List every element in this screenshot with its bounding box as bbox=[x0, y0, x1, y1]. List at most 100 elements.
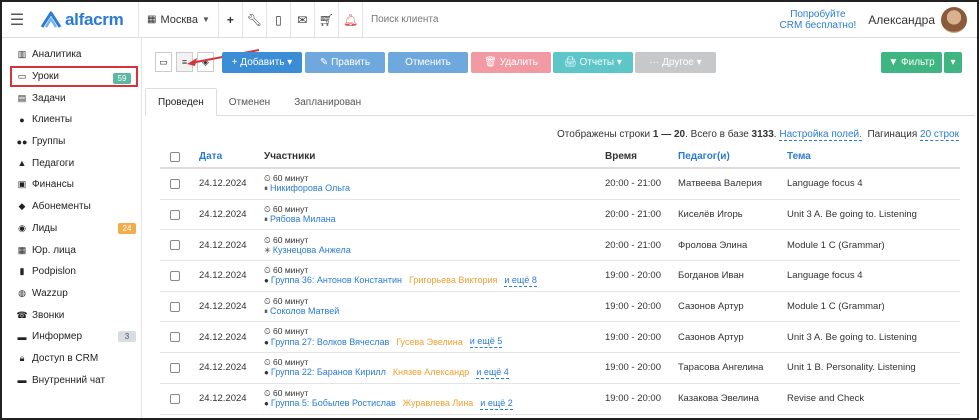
cell-time: 20:00 - 21:00 bbox=[605, 209, 661, 221]
header-topic[interactable]: Тема bbox=[787, 151, 957, 162]
add-button[interactable]: + Добавить ▾ bbox=[222, 52, 302, 73]
sidebar-item-label: Лиды bbox=[32, 222, 58, 234]
cell-topic: Unit 3 A. Be going to. Listening bbox=[787, 331, 917, 343]
tab-cancelled[interactable]: Отменен bbox=[217, 88, 282, 116]
select-all-checkbox[interactable] bbox=[170, 151, 180, 162]
sidebar-item-label: Аналитика bbox=[32, 49, 82, 61]
sidebar-item-label: Клиенты bbox=[32, 114, 73, 126]
funnel-icon: ◉ bbox=[18, 222, 26, 233]
row-checkbox[interactable] bbox=[170, 209, 180, 220]
clock-icon: ⏲ bbox=[264, 204, 271, 215]
participant-name[interactable]: Кузнецова Анжела bbox=[273, 245, 351, 256]
table-row[interactable]: 24.12.2024 ⏲ 60 минут ⏸ Рябова Милана 20:00 … bbox=[160, 200, 960, 231]
sidebar-item-podpislon[interactable]: ▮ Podpislon bbox=[2, 261, 141, 283]
sidebar-item-clients[interactable]: ● Клиенты bbox=[2, 109, 141, 131]
reports-button[interactable]: 🖨 Отчеты ▾ bbox=[553, 52, 633, 73]
cell-participants: ⏲ 60 минут ● Группа 27: Волков Вячеслав Гус… bbox=[264, 326, 605, 349]
more-participants-link[interactable]: и ещё 5 bbox=[469, 336, 503, 349]
header-teacher[interactable]: Педагог(и) bbox=[678, 151, 787, 162]
logo[interactable]: alfacrm bbox=[32, 2, 138, 38]
filter-dropdown-button[interactable]: ▾ bbox=[944, 52, 962, 73]
sidebar-item-finances[interactable]: ▣ Финансы bbox=[2, 174, 141, 196]
sidebar-item-leads[interactable]: ◉ Лиды 24 bbox=[2, 218, 141, 240]
user-name[interactable]: Александра bbox=[868, 13, 941, 27]
participant-name[interactable]: Григорьева Виктория bbox=[409, 275, 497, 286]
city-selector[interactable]: ▦ Москва ▼ bbox=[138, 2, 218, 38]
add-icon[interactable]: + bbox=[217, 2, 242, 38]
sidebar-item-internal-chat[interactable]: ▬ Внутренний чат bbox=[2, 369, 141, 391]
info-total: 3133 bbox=[751, 129, 774, 140]
row-checkbox[interactable] bbox=[170, 362, 180, 373]
bell-icon[interactable]: 🔔︎ bbox=[337, 2, 362, 38]
edit-button[interactable]: ✎ Править bbox=[305, 52, 385, 73]
row-checkbox[interactable] bbox=[170, 332, 180, 343]
table-row[interactable]: 24.12.2024 ⏲ 60 минут ● Группа 27: Волков В… bbox=[160, 322, 960, 354]
more-participants-link[interactable]: и ещё 2 bbox=[480, 398, 513, 410]
calendar-view-icon[interactable]: ▭ bbox=[155, 52, 172, 72]
cancel-lesson-button[interactable]: Отменить bbox=[388, 52, 468, 73]
row-checkbox[interactable] bbox=[170, 301, 180, 312]
cell-time: 19:00 - 20:00 bbox=[605, 331, 661, 343]
participant-name[interactable]: Князев Александр bbox=[393, 367, 469, 378]
pagination-link[interactable]: 20 строк bbox=[920, 129, 959, 141]
sidebar-item-groups[interactable]: ●● Группы bbox=[2, 131, 141, 153]
search-input[interactable]: Поиск клиента bbox=[361, 2, 768, 38]
mobile-icon[interactable]: ▯ bbox=[265, 2, 290, 38]
sidebar-item-teachers[interactable]: ▲ Педагоги bbox=[2, 152, 141, 174]
tab-planned[interactable]: Запланирован bbox=[282, 88, 373, 116]
participant-name[interactable]: Соколов Матвей bbox=[270, 306, 339, 317]
participant-name[interactable]: Группа 5: Бобылев Ростислав bbox=[271, 398, 396, 409]
try-free-link[interactable]: Попробуйте CRM бесплатно! bbox=[768, 9, 869, 31]
participant-name[interactable]: Журавлева Лина bbox=[403, 398, 474, 409]
cart-icon[interactable]: 🛒︎ bbox=[313, 2, 338, 38]
mail-icon[interactable]: ✉ bbox=[289, 2, 314, 38]
sidebar-item-lessons[interactable]: ▭ Уроки 59 bbox=[10, 65, 138, 88]
menu-icon[interactable]: ☰ bbox=[2, 2, 32, 38]
row-checkbox[interactable] bbox=[170, 178, 180, 189]
participant-name[interactable]: Гусева Эвелина bbox=[396, 337, 462, 348]
participant-name[interactable]: Группа 36: Антонов Константин bbox=[271, 275, 402, 286]
cell-teacher: Фролова Элина bbox=[678, 239, 748, 251]
sidebar-item-subscriptions[interactable]: ◆ Абонементы bbox=[2, 196, 141, 218]
table-row[interactable]: 24.12.2024 ⏲ 60 минут ● Группа 36: Антонов … bbox=[160, 261, 960, 292]
sidebar-item-informer[interactable]: ▬ Информер 3 bbox=[2, 326, 141, 348]
table-row[interactable]: 24.12.2024 ⏲ 60 минут ✳ Кузнецова Анжела 20:… bbox=[160, 230, 960, 262]
table-row[interactable]: 24.12.2024 ⏲ 60 минут ● Группа 22: Баранов … bbox=[160, 353, 960, 384]
delete-button[interactable]: 🗑 Удалить bbox=[471, 52, 551, 73]
avatar[interactable] bbox=[941, 6, 967, 33]
row-checkbox[interactable] bbox=[170, 240, 180, 251]
sidebar-item-legal-entities[interactable]: ▦ Юр. лица bbox=[2, 239, 141, 261]
more-participants-link[interactable]: и ещё 8 bbox=[504, 275, 537, 287]
table-row[interactable]: 24.12.2024 ⏲ 60 минут ● Группа 5: Бобылев Р… bbox=[160, 384, 960, 415]
chart-icon: ▥ bbox=[17, 49, 27, 60]
tab-held[interactable]: Проведен bbox=[145, 88, 217, 116]
clock-icon: ⏲ bbox=[264, 387, 271, 398]
field-settings-link[interactable]: Настройка полей. bbox=[779, 129, 862, 141]
sidebar-item-tasks[interactable]: ▤ Задачи bbox=[2, 87, 141, 109]
sidebar-item-calls[interactable]: ☎ Звонки bbox=[2, 304, 141, 326]
wrench-icon[interactable]: 🔧︎ bbox=[241, 2, 266, 38]
sidebar-item-crm-access[interactable]: 🔒︎ Доступ в CRM bbox=[2, 348, 141, 370]
logo-icon bbox=[40, 11, 62, 29]
cell-topic: Module 1 C (Grammar) bbox=[787, 301, 885, 313]
more-participants-link[interactable]: и ещё 4 bbox=[476, 367, 509, 379]
row-checkbox-cell bbox=[160, 270, 199, 281]
cell-time: 20:00 - 21:00 bbox=[605, 178, 661, 190]
participant-name[interactable]: Группа 27: Волков Вячеслав bbox=[271, 337, 389, 348]
sidebar-item-label: Звонки bbox=[32, 309, 65, 321]
cell-date: 24.12.2024 bbox=[199, 393, 247, 405]
row-checkbox[interactable] bbox=[170, 393, 180, 404]
cell-topic: Language focus 4 bbox=[787, 270, 863, 282]
header-date[interactable]: Дата bbox=[199, 151, 264, 162]
filter-button[interactable]: ▼ Фильтр bbox=[881, 52, 942, 73]
table-row[interactable]: 24.12.2024 ⏲ 60 минут ⏸ Соколов Матвей 19:00… bbox=[160, 292, 960, 323]
row-checkbox[interactable] bbox=[170, 270, 180, 281]
sidebar-item-analytics[interactable]: ▥ Аналитика bbox=[2, 44, 141, 66]
duration-text: 60 минут bbox=[273, 234, 309, 245]
participant-name[interactable]: Никифорова Ольга bbox=[270, 183, 350, 194]
other-button[interactable]: ··· Другое ▾ bbox=[635, 52, 716, 73]
table-row[interactable]: 24.12.2024 ⏲ 60 минут ⏸ Никифорова Ольга 20:… bbox=[160, 169, 960, 200]
participant-name[interactable]: Группа 22: Баранов Кирилл bbox=[271, 367, 386, 378]
sidebar-item-wazzup[interactable]: ◍ Wazzup bbox=[2, 283, 141, 305]
participant-name[interactable]: Рябова Милана bbox=[270, 214, 336, 225]
